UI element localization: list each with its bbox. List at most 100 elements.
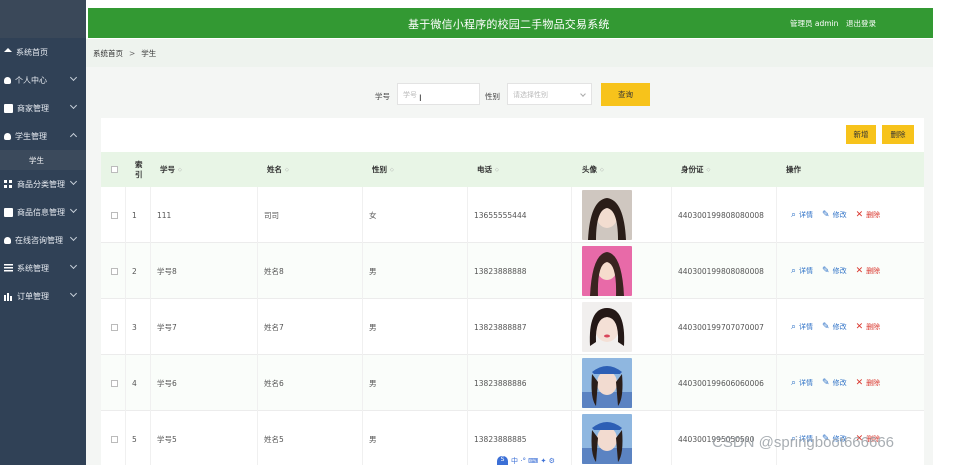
edit-button[interactable]: ✎ 修改	[822, 322, 847, 332]
current-user: 管理员 admin	[790, 19, 839, 28]
search-icon: ⌕	[791, 266, 797, 276]
detail-button[interactable]: ⌕ 详情	[791, 378, 813, 388]
sidebar-item-label: 商品信息管理	[17, 207, 65, 217]
chevron-down-icon	[69, 101, 78, 110]
edit-button[interactable]: ✎ 修改	[822, 378, 847, 388]
sidebar-item-profile[interactable]: 个人中心	[0, 66, 86, 94]
edit-button[interactable]: ✎ 修改	[822, 210, 847, 220]
chevron-down-icon	[69, 233, 78, 242]
delete-row-button[interactable]: ✕ 删除	[856, 322, 881, 332]
header-label: 身份证	[681, 165, 704, 174]
row-checkbox[interactable]	[105, 243, 125, 299]
xuehao-input[interactable]: 学号	[397, 83, 480, 105]
detail-button[interactable]: ⌕ 详情	[791, 322, 813, 332]
logout-link[interactable]: 退出登录	[846, 18, 876, 29]
header-avatar[interactable]: 头像 ◇	[582, 152, 604, 187]
sidebar-item-orders[interactable]: 订单管理	[0, 282, 86, 310]
sex-select[interactable]: 请选择性别	[507, 83, 592, 105]
sort-icon: ◇	[178, 166, 182, 173]
sidebar-item-label: 系统管理	[17, 263, 49, 273]
chevron-down-icon	[69, 177, 78, 186]
header-idcard[interactable]: 身份证 ◇	[681, 152, 710, 187]
sidebar-item-label: 订单管理	[17, 291, 49, 301]
cell-actions: ⌕ 详情 ✎ 修改 ✕ 删除	[776, 299, 924, 355]
cell-xuehao: 学号5	[150, 411, 257, 465]
avatar[interactable]	[582, 246, 632, 296]
cell-xuehao: 学号7	[150, 299, 257, 355]
sidebar-item-home[interactable]: 系统首页	[0, 38, 86, 66]
pencil-icon: ✎	[822, 322, 830, 332]
delete-row-button[interactable]: ✕ 删除	[856, 378, 881, 388]
delete-row-button[interactable]: ✕ 删除	[856, 210, 881, 220]
action-label: 删除	[866, 323, 881, 331]
breadcrumb-separator: >	[129, 48, 136, 58]
app-root: 系统首页 个人中心 商家管理 学生管理 学生 商品分类管理 商品信息管理 在线咨…	[0, 0, 963, 465]
table-row: 4 学号6 姓名6 男 13823888886 4403001996060600…	[101, 355, 924, 411]
action-label: 详情	[799, 379, 814, 387]
chart-icon	[4, 291, 13, 301]
avatar[interactable]	[582, 190, 632, 240]
sidebar-item-categories[interactable]: 商品分类管理	[0, 170, 86, 198]
avatar[interactable]	[582, 358, 632, 408]
row-checkbox[interactable]	[105, 411, 125, 465]
avatar[interactable]	[582, 302, 632, 352]
chevron-down-icon	[580, 91, 586, 97]
select-all-checkbox[interactable]	[111, 152, 118, 187]
cell-actions: ⌕ 详情 ✎ 修改 ✕ 删除	[776, 243, 924, 299]
action-label: 修改	[832, 323, 847, 331]
sidebar-item-label: 商品分类管理	[17, 179, 65, 189]
detail-button[interactable]: ⌕ 详情	[791, 266, 813, 276]
sort-icon: ◇	[495, 166, 499, 173]
delete-row-button[interactable]: ✕ 删除	[856, 266, 881, 276]
app-title: 基于微信小程序的校园二手物品交易系统	[408, 18, 610, 31]
cell-sex: 男	[362, 243, 467, 299]
header-xuehao[interactable]: 学号 ◇	[160, 152, 182, 187]
breadcrumb-current: 学生	[141, 48, 157, 58]
query-button[interactable]: 查询	[601, 83, 650, 106]
sidebar-item-students[interactable]: 学生管理	[0, 122, 86, 150]
header-label: 头像	[582, 165, 597, 174]
sidebar-item-label: 系统首页	[16, 47, 48, 57]
sort-icon: ◇	[600, 166, 604, 173]
cell-idcard: 440300199606060006	[671, 355, 776, 411]
sort-icon: ◇	[390, 166, 394, 173]
search-icon: ⌕	[791, 378, 797, 388]
sex-label: 性别	[485, 92, 500, 101]
close-icon: ✕	[855, 210, 864, 220]
cell-xuehao: 学号6	[150, 355, 257, 411]
row-checkbox[interactable]	[105, 355, 125, 411]
sidebar-item-system[interactable]: 系统管理	[0, 254, 86, 282]
sidebar: 系统首页 个人中心 商家管理 学生管理 学生 商品分类管理 商品信息管理 在线咨…	[0, 0, 86, 465]
cell-phone: 13823888886	[467, 355, 571, 411]
chevron-down-icon	[69, 261, 78, 270]
action-label: 修改	[832, 267, 847, 275]
sidebar-item-merchants[interactable]: 商家管理	[0, 94, 86, 122]
cell-idcard: 440300199808080008	[671, 243, 776, 299]
chevron-down-icon	[69, 289, 78, 298]
cell-idcard: 440300199707070007	[671, 299, 776, 355]
ime-toolbar[interactable]: S 中 ·° ⌨ ✦ ⚙	[497, 456, 555, 465]
breadcrumb-home[interactable]: 系统首页	[93, 48, 123, 59]
row-checkbox[interactable]	[105, 187, 125, 243]
cell-index: 5	[125, 411, 150, 465]
cell-name: 姓名7	[257, 299, 362, 355]
add-button[interactable]: 新增	[846, 125, 876, 144]
cell-phone: 13823888888	[467, 243, 571, 299]
ime-logo-icon: S	[497, 456, 508, 465]
avatar[interactable]	[582, 414, 632, 464]
cell-name: 司司	[257, 187, 362, 243]
header-phone[interactable]: 电话 ◇	[477, 152, 499, 187]
sidebar-subitem-students[interactable]: 学生	[0, 150, 86, 170]
row-checkbox[interactable]	[105, 299, 125, 355]
close-icon: ✕	[855, 322, 864, 332]
sidebar-item-consult[interactable]: 在线咨询管理	[0, 226, 86, 254]
edit-button[interactable]: ✎ 修改	[822, 266, 847, 276]
delete-button[interactable]: 删除	[882, 125, 914, 144]
header-sex[interactable]: 性别 ◇	[372, 152, 394, 187]
header-name[interactable]: 姓名 ◇	[267, 152, 289, 187]
detail-button[interactable]: ⌕ 详情	[791, 210, 813, 220]
sidebar-item-products[interactable]: 商品信息管理	[0, 198, 86, 226]
cell-actions: ⌕ 详情 ✎ 修改 ✕ 删除	[776, 355, 924, 411]
pencil-icon: ✎	[822, 210, 830, 220]
close-icon: ✕	[855, 378, 864, 388]
